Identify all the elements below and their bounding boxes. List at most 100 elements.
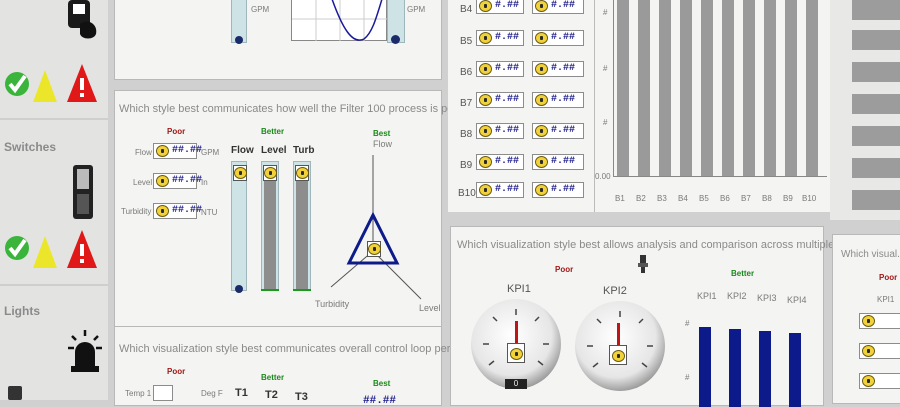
- tank-label-turb: Turb: [293, 145, 315, 156]
- b-row-field[interactable]: #.##: [476, 123, 524, 139]
- lock-icon: [264, 167, 277, 179]
- x-label: B2: [636, 194, 646, 203]
- right-field-2[interactable]: [859, 343, 900, 359]
- y-tick: #: [603, 118, 608, 127]
- red-alarm-icon: [66, 62, 98, 104]
- beacon-light-icon[interactable]: [66, 328, 104, 374]
- level-tank-fill: [264, 169, 276, 289]
- x-label: B4: [678, 194, 688, 203]
- gauge-lock-2[interactable]: [609, 345, 627, 365]
- lock-icon: [535, 156, 548, 168]
- right-field-1[interactable]: [859, 313, 900, 329]
- flow-value-field[interactable]: ##.##: [153, 143, 202, 159]
- b-row-field-2[interactable]: #.##: [532, 123, 584, 139]
- turbidity-value-field[interactable]: ##.##: [153, 203, 202, 219]
- b-row-field[interactable]: #.##: [476, 61, 524, 77]
- turb-lock[interactable]: [295, 165, 309, 181]
- lock-icon: [862, 315, 875, 327]
- b-row-value-2: #.##: [551, 125, 576, 136]
- top-line-chart: [291, 0, 388, 41]
- b-row-field[interactable]: #.##: [476, 182, 524, 198]
- level-value: ##.##: [172, 175, 203, 186]
- kpi-poor-label: Poor: [555, 265, 574, 274]
- lock-icon: [296, 167, 309, 179]
- b-row-value: #.##: [495, 0, 520, 11]
- best-label: Best: [373, 129, 391, 138]
- loop-panel: Which visualization style best communica…: [114, 326, 502, 407]
- right-hbar-panel: [830, 0, 900, 220]
- gauge-lock[interactable]: [507, 343, 525, 363]
- b-row-field-2[interactable]: #.##: [532, 154, 584, 170]
- lock-icon: [156, 175, 169, 187]
- lock-icon: [535, 184, 548, 196]
- x-label: B7: [741, 194, 751, 203]
- lock-icon: [479, 0, 492, 12]
- b-row-field-2[interactable]: #.##: [532, 30, 584, 46]
- kpi-bar-label: KPI1: [697, 291, 717, 301]
- y-tick: #: [603, 64, 608, 73]
- kpi-bar-1: [699, 327, 711, 407]
- lock-icon: [479, 125, 492, 137]
- b-row-field[interactable]: #.##: [476, 30, 524, 46]
- level-value-field[interactable]: ##.##: [153, 173, 202, 189]
- poor-label: Poor: [167, 127, 186, 136]
- level-tank-base: [261, 289, 279, 291]
- right-field-3[interactable]: [859, 373, 900, 389]
- x-label: B3: [657, 194, 667, 203]
- radar-lock[interactable]: [367, 241, 381, 257]
- right-question: Which visual...: [841, 249, 900, 260]
- turb-tank-fill: [296, 169, 308, 289]
- b-row-value: #.##: [495, 125, 520, 136]
- mouse-cursor-icon: [637, 255, 649, 273]
- top-unit-label: GPM: [251, 5, 270, 14]
- lock-icon: [535, 0, 548, 12]
- lock-icon: [156, 205, 169, 217]
- col-label-t1: T1: [235, 387, 248, 399]
- b-row-field-2[interactable]: #.##: [532, 182, 584, 198]
- b-row-field[interactable]: #.##: [476, 0, 524, 14]
- bar-panel: # # # 0.00 B1 B2 B3 B4 B5 B6 B7 B8 B9 B1…: [594, 0, 831, 212]
- bar-b2: [638, 0, 650, 176]
- b-row-label: B6: [460, 67, 473, 78]
- section-title-lights: Lights: [4, 304, 40, 318]
- b-row-field-2[interactable]: #.##: [532, 61, 584, 77]
- b-row-field[interactable]: #.##: [476, 92, 524, 108]
- loop-poor-label: Poor: [167, 367, 186, 376]
- b-row-value-2: #.##: [551, 94, 576, 105]
- filter-panel: Which style best communicates how well t…: [114, 90, 500, 334]
- b-row-value-2: #.##: [551, 0, 576, 11]
- gauge-label-kpi2: KPI2: [603, 285, 627, 297]
- better-label: Better: [261, 127, 285, 136]
- x-label: B1: [615, 194, 625, 203]
- level-lock[interactable]: [263, 165, 277, 181]
- b-row-value-2: #.##: [551, 63, 576, 74]
- kpi-bar-3: [759, 331, 771, 407]
- flow-lock[interactable]: [233, 165, 247, 181]
- row-label-level: Level: [133, 178, 153, 187]
- hand-switch-icon[interactable]: [66, 0, 100, 40]
- lock-icon: [535, 94, 548, 106]
- gauge-readout: 0: [505, 379, 527, 389]
- b-row-field-2[interactable]: #.##: [532, 0, 584, 14]
- b-row-label: B5: [460, 36, 473, 47]
- turb-tank-base: [293, 289, 311, 291]
- kpi-better-label: Better: [731, 269, 755, 278]
- b-row-field-2[interactable]: #.##: [532, 92, 584, 108]
- radar-left-label: Turbidity: [315, 299, 350, 309]
- top-tank-2-dot: [391, 35, 400, 44]
- b-row-field[interactable]: #.##: [476, 154, 524, 170]
- filter-question: Which style best communicates how well t…: [119, 103, 500, 115]
- top-tank-1-dot: [235, 36, 243, 44]
- green-check-icon-2: [4, 226, 30, 266]
- right-kpi-label: KPI1: [877, 295, 895, 304]
- lock-icon: [368, 243, 381, 255]
- toggle-switch-icon[interactable]: [72, 164, 94, 220]
- b-row-label: B10: [458, 188, 476, 199]
- b-row-value: #.##: [495, 32, 520, 43]
- kpi-bar-label: KPI4: [787, 295, 807, 305]
- col-label-t3: T3: [295, 391, 308, 403]
- top-unit-label-2: GPM: [407, 5, 426, 14]
- radar-chart: [325, 151, 443, 321]
- lock-icon: [862, 345, 875, 357]
- temp-value-field[interactable]: [153, 385, 173, 401]
